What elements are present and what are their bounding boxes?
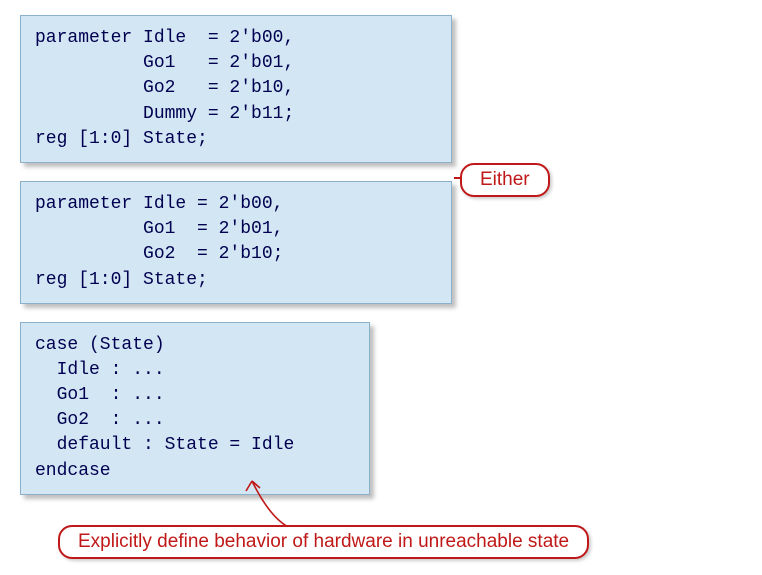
callout-explain: Explicitly define behavior of hardware i… [58,525,589,559]
code-block-3: case (State) Idle : ... Go1 : ... Go2 : … [20,322,370,495]
slide-container: parameter Idle = 2'b00, Go1 = 2'b01, Go2… [20,15,750,495]
callout-either: Either [460,163,550,197]
code-block-1: parameter Idle = 2'b00, Go1 = 2'b01, Go2… [20,15,452,163]
code-block-2: parameter Idle = 2'b00, Go1 = 2'b01, Go2… [20,181,452,304]
arrow-icon [240,473,320,533]
